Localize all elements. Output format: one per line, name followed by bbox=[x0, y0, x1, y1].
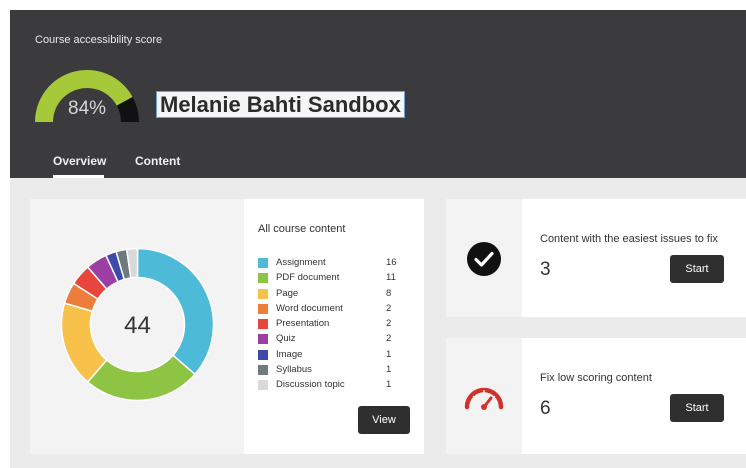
legend-item: Syllabus 1 bbox=[258, 363, 408, 378]
legend-swatch bbox=[258, 380, 268, 391]
legend-swatch bbox=[258, 273, 268, 284]
speedometer-icon bbox=[464, 387, 504, 410]
legend-count: 2 bbox=[386, 318, 392, 330]
legend-count: 1 bbox=[386, 348, 392, 360]
legend-item: Assignment 16 bbox=[258, 256, 408, 271]
legend-swatch bbox=[258, 365, 268, 376]
content-legend: Assignment 16 PDF document 11 Page 8 Word docu… bbox=[258, 256, 408, 394]
content-card-title: All course content bbox=[258, 223, 346, 235]
content-donut-chart: 44 bbox=[60, 247, 215, 402]
checkmark-circle-icon bbox=[467, 242, 501, 276]
tab-overview[interactable]: Overview bbox=[53, 154, 106, 168]
legend-count: 1 bbox=[386, 364, 392, 376]
course-header: Course accessibility score 84% Melanie B… bbox=[10, 10, 746, 179]
legend-label: PDF document bbox=[276, 272, 340, 284]
legend-swatch bbox=[258, 288, 268, 299]
easy-issues-title: Content with the easiest issues to fix bbox=[540, 233, 718, 245]
low-scoring-card: Fix low scoring content 6 Start bbox=[446, 338, 746, 454]
low-scoring-count: 6 bbox=[540, 398, 551, 419]
legend-label: Syllabus bbox=[276, 364, 312, 376]
low-scoring-start-button[interactable]: Start bbox=[670, 394, 724, 422]
content-legend-panel: All course content Assignment 16 PDF docum… bbox=[244, 199, 424, 454]
legend-swatch bbox=[258, 334, 268, 345]
legend-count: 11 bbox=[386, 272, 396, 284]
donut-total: 44 bbox=[124, 312, 151, 339]
legend-item: Word document 2 bbox=[258, 302, 408, 317]
legend-item: Page 8 bbox=[258, 287, 408, 302]
legend-item: PDF document 11 bbox=[258, 271, 408, 286]
legend-count: 1 bbox=[386, 379, 392, 391]
legend-count: 2 bbox=[386, 302, 392, 314]
icon-cell bbox=[446, 199, 522, 317]
legend-swatch bbox=[258, 258, 268, 268]
legend-label: Discussion topic bbox=[276, 379, 345, 391]
view-button[interactable]: View bbox=[358, 406, 410, 434]
icon-cell bbox=[446, 338, 522, 454]
overview-main: 44 All course content Assignment 16 PDF do… bbox=[10, 178, 746, 468]
score-label: Course accessibility score bbox=[35, 34, 163, 46]
legend-label: Page bbox=[276, 287, 299, 299]
legend-swatch bbox=[258, 319, 268, 330]
legend-label: Quiz bbox=[276, 333, 296, 345]
tab-content[interactable]: Content bbox=[135, 154, 180, 168]
legend-item: Image 1 bbox=[258, 348, 408, 363]
legend-label: Presentation bbox=[276, 318, 330, 330]
legend-label: Image bbox=[276, 348, 303, 360]
legend-swatch bbox=[258, 349, 268, 360]
gauge-value: 84% bbox=[68, 98, 107, 119]
easy-issues-start-button[interactable]: Start bbox=[670, 255, 724, 283]
low-scoring-title: Fix low scoring content bbox=[540, 372, 652, 384]
legend-item: Discussion topic 1 bbox=[258, 378, 408, 393]
easy-issues-count: 3 bbox=[540, 259, 551, 280]
legend-count: 2 bbox=[386, 333, 392, 345]
legend-count: 16 bbox=[386, 257, 397, 268]
legend-label: Assignment bbox=[276, 257, 326, 268]
legend-label: Word document bbox=[276, 302, 343, 314]
course-title[interactable]: Melanie Bahti Sandbox bbox=[156, 91, 405, 118]
legend-count: 8 bbox=[386, 287, 392, 299]
legend-item: Quiz 2 bbox=[258, 332, 408, 347]
legend-swatch bbox=[258, 303, 268, 314]
content-card: 44 All course content Assignment 16 PDF do… bbox=[30, 199, 424, 454]
legend-item: Presentation 2 bbox=[258, 317, 408, 332]
easy-issues-card: Content with the easiest issues to fix 3… bbox=[446, 199, 746, 317]
